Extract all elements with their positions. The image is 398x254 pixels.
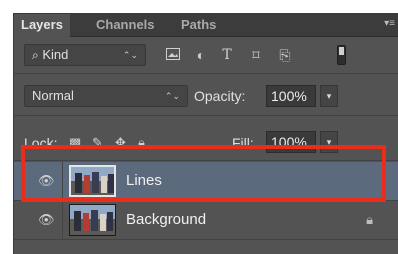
lock-icon: 🔒︎	[366, 212, 373, 227]
pixel-filter-icon[interactable]	[164, 47, 182, 63]
filter-kind-label: ⌕ Kind	[32, 47, 69, 62]
layer-thumbnail	[69, 204, 116, 236]
annotation-highlight-box	[21, 145, 386, 202]
chevron-updown-icon: ⌃⌄	[122, 50, 138, 60]
type-filter-icon[interactable]: T	[218, 47, 236, 63]
chevron-updown-icon: ⌃⌄	[164, 91, 180, 101]
panel-tab-bar: Layers Channels Paths ▾≡	[14, 14, 398, 37]
panel-menu-icon[interactable]: ▾≡	[384, 19, 395, 29]
smart-object-filter-icon[interactable]: ⎘	[276, 47, 294, 63]
search-icon: ⌕	[32, 48, 39, 62]
tab-channels[interactable]: Channels	[96, 14, 155, 36]
opacity-input[interactable]: 100%	[266, 85, 316, 107]
divider	[14, 73, 398, 74]
shape-filter-icon[interactable]: ⌑	[247, 47, 265, 63]
eye-icon[interactable]: 👁︎	[38, 213, 55, 227]
layer-name[interactable]: Background	[126, 211, 206, 229]
tab-paths[interactable]: Paths	[181, 14, 216, 36]
divider	[62, 201, 63, 239]
layer-row-background[interactable]: 👁︎ Background 🔒︎	[14, 201, 398, 239]
opacity-dropdown-button[interactable]: ▾	[320, 85, 338, 107]
divider	[14, 115, 398, 116]
blend-mode-dropdown[interactable]: Normal ⌃⌄	[24, 85, 188, 107]
adjustment-filter-icon[interactable]: ◐	[192, 47, 210, 63]
blend-mode-value: Normal	[32, 88, 74, 103]
tab-layers[interactable]: Layers	[14, 14, 70, 37]
filter-toggle-switch[interactable]	[337, 45, 346, 65]
filter-kind-dropdown[interactable]: ⌕ Kind ⌃⌄	[24, 44, 146, 66]
divider	[14, 239, 398, 240]
opacity-label: Opacity:	[194, 88, 246, 104]
layers-panel: Layers Channels Paths ▾≡ ⌕ Kind ⌃⌄ ◐ T ⌑…	[13, 13, 398, 254]
